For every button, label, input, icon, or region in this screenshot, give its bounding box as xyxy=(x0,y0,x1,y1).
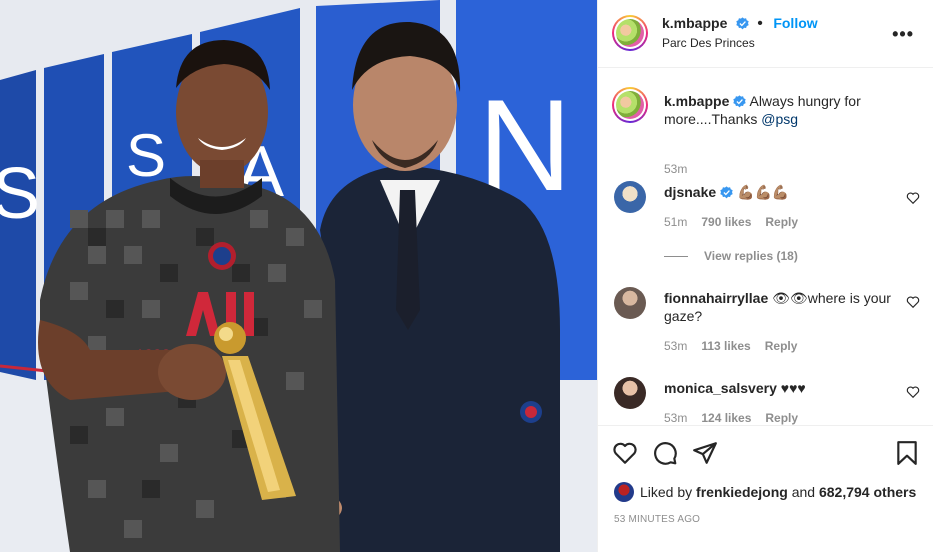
liked-by-avatar[interactable] xyxy=(614,482,634,502)
follow-button[interactable]: Follow xyxy=(773,15,817,31)
reply-button[interactable]: Reply xyxy=(765,411,798,425)
comment-item: djsnake 💪🏽💪🏽💪🏽 51m 790 likes Reply View re… xyxy=(614,181,924,281)
comment-item: fionnahairryllae 👁👁where is your gaze? 5… xyxy=(614,287,924,359)
comment-likes[interactable]: 113 likes xyxy=(701,339,750,353)
liked-user[interactable]: frenkiedejong xyxy=(696,484,788,500)
comment-username[interactable]: monica_salsvery xyxy=(664,380,777,396)
comment-body: 💪🏽💪🏽💪🏽 xyxy=(737,184,790,200)
comment-meta: 53m 124 likes Reply xyxy=(664,411,812,425)
reply-button[interactable]: Reply xyxy=(765,339,798,353)
verified-icon xyxy=(733,95,747,108)
avatar[interactable] xyxy=(612,15,648,51)
caption-mention[interactable]: @psg xyxy=(761,111,798,127)
liked-count[interactable]: 682,794 others xyxy=(819,484,916,500)
comment-meta: 51m 790 likes Reply xyxy=(664,215,812,229)
liked-by: Liked by frenkiedejong and 682,794 other… xyxy=(614,482,916,502)
post-header: k.mbappe • Follow Parc Des Princes ••• xyxy=(598,0,933,68)
liked-prefix: Liked by xyxy=(640,484,697,500)
post-photo[interactable]: S S A N xyxy=(0,0,597,552)
comment-text: fionnahairryllae 👁👁where is your gaze? xyxy=(664,289,894,325)
comment-likes[interactable]: 790 likes xyxy=(701,215,751,229)
location-link[interactable]: Parc Des Princes xyxy=(662,36,755,50)
heart-icon[interactable] xyxy=(906,191,920,205)
reply-button[interactable]: Reply xyxy=(765,215,798,229)
share-icon[interactable] xyxy=(692,440,718,466)
comment-avatar[interactable] xyxy=(614,287,646,319)
comment-username[interactable]: fionnahairryllae xyxy=(664,290,768,306)
verified-icon xyxy=(736,17,749,30)
view-replies-button[interactable]: View replies (18) xyxy=(704,249,798,263)
post-sidebar: k.mbappe • Follow Parc Des Princes ••• k… xyxy=(597,0,933,552)
caption-age[interactable]: 53m xyxy=(664,162,687,176)
comments-list[interactable]: k.mbappe Always hungry for more....Thank… xyxy=(598,69,933,425)
comment-age[interactable]: 53m xyxy=(664,411,687,425)
action-bar: Liked by frenkiedejong and 682,794 other… xyxy=(598,425,933,552)
comment-likes[interactable]: 124 likes xyxy=(701,411,751,425)
comment-meta: 53m 113 likes Reply xyxy=(664,339,811,353)
caption-text: k.mbappe Always hungry for more....Thank… xyxy=(664,92,894,128)
heart-icon[interactable] xyxy=(612,440,638,466)
header-username[interactable]: k.mbappe xyxy=(662,15,727,31)
comment-age[interactable]: 51m xyxy=(664,215,687,229)
verified-icon xyxy=(720,186,733,199)
comment-username[interactable]: djsnake xyxy=(664,184,716,200)
liked-mid: and xyxy=(787,484,819,500)
instagram-post: S S A N k.mbappe • Follow Parc Des Princ… xyxy=(0,0,933,552)
svg-text:S: S xyxy=(0,154,40,234)
comment-avatar[interactable] xyxy=(614,181,646,213)
bookmark-icon[interactable] xyxy=(894,440,920,466)
svg-text:S: S xyxy=(126,122,166,189)
comment-avatar[interactable] xyxy=(614,377,646,409)
more-icon[interactable]: ••• xyxy=(892,24,914,45)
caption-avatar[interactable] xyxy=(612,87,648,123)
caption-username[interactable]: k.mbappe xyxy=(664,93,729,109)
heart-icon[interactable] xyxy=(906,295,920,309)
caption: k.mbappe Always hungry for more....Thank… xyxy=(612,87,924,176)
dot-separator: • xyxy=(757,15,763,32)
comment-icon[interactable] xyxy=(652,440,678,466)
comment-body: ♥♥♥ xyxy=(780,380,806,396)
header-user-line: k.mbappe • Follow xyxy=(662,15,818,33)
comment-age[interactable]: 53m xyxy=(664,339,687,353)
comment-text: djsnake 💪🏽💪🏽💪🏽 xyxy=(664,183,894,201)
comment-item: monica_salsvery ♥♥♥ 53m 124 likes Reply xyxy=(614,377,924,425)
heart-icon[interactable] xyxy=(906,385,920,399)
comment-text: monica_salsvery ♥♥♥ xyxy=(664,379,894,397)
post-timestamp[interactable]: 53 MINUTES AGO xyxy=(614,514,700,525)
